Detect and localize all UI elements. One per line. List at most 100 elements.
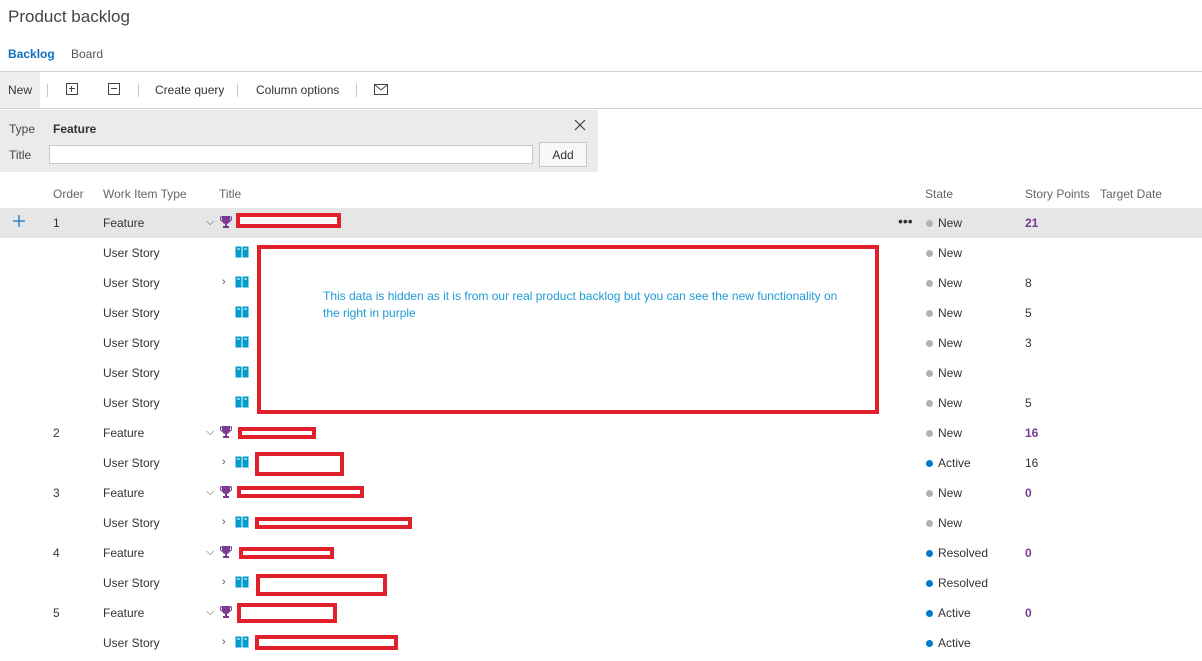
chevron-right-icon[interactable]: ›: [222, 576, 226, 588]
table-row[interactable]: User Story › Active: [0, 628, 1202, 658]
column-header-order[interactable]: Order: [53, 187, 84, 201]
type-value[interactable]: Feature: [53, 122, 96, 136]
work-item-type-cell: Feature: [103, 426, 145, 440]
mail-icon[interactable]: [374, 84, 388, 95]
redacted-title: [256, 574, 387, 596]
create-query-button[interactable]: Create query: [155, 83, 224, 97]
chevron-right-icon[interactable]: ›: [222, 636, 226, 648]
state-cell: New: [938, 306, 963, 320]
story-points-rollup: 0: [1025, 486, 1032, 500]
work-item-type-cell: Feature: [103, 546, 145, 560]
table-row[interactable]: 3 Feature ⌵ New 0: [0, 478, 1202, 508]
redacted-title: [255, 452, 344, 476]
table-row[interactable]: 4 Feature ⌵ Resolved 0: [0, 538, 1202, 568]
redacted-title: [255, 517, 412, 529]
state-cell: New: [938, 426, 963, 440]
redacted-title: [238, 427, 316, 439]
table-row[interactable]: User Story › New: [0, 508, 1202, 538]
work-item-type-cell: Feature: [103, 606, 145, 620]
chevron-down-icon[interactable]: ⌵: [206, 606, 214, 619]
column-header-work-item-type[interactable]: Work Item Type: [103, 187, 187, 201]
book-icon: [235, 456, 249, 468]
state-cell: New: [938, 336, 963, 350]
story-points-cell: 5: [1025, 396, 1032, 410]
table-row[interactable]: 5 Feature ⌵ Active 0: [0, 598, 1202, 628]
table-row[interactable]: 2 Feature ⌵ New 16: [0, 418, 1202, 448]
state-dot: [926, 580, 933, 587]
add-button[interactable]: Add: [539, 142, 587, 167]
state-cell: New: [938, 246, 963, 260]
work-item-type-cell: User Story: [103, 576, 160, 590]
book-icon: [235, 336, 249, 348]
toolbar-divider: [237, 84, 238, 97]
title-label: Title: [9, 148, 32, 162]
pivot-bar: Backlog Board: [0, 46, 1202, 72]
more-actions-icon[interactable]: •••: [898, 213, 913, 229]
expand-all-icon[interactable]: [66, 83, 78, 95]
table-row[interactable]: User Story › Active 16: [0, 448, 1202, 478]
state-cell: Active: [938, 636, 971, 650]
title-input[interactable]: [49, 145, 533, 164]
chevron-down-icon[interactable]: ⌵: [206, 546, 214, 559]
trophy-icon: [220, 606, 232, 618]
work-item-type-cell: User Story: [103, 246, 160, 260]
story-points-rollup: 0: [1025, 606, 1032, 620]
redacted-title: [237, 603, 337, 623]
table-row[interactable]: 1 Feature ⌵ ••• New 21: [0, 208, 1202, 238]
redacted-title: [255, 635, 398, 650]
chevron-down-icon[interactable]: ⌵: [206, 486, 214, 499]
column-header-story-points[interactable]: Story Points: [1025, 187, 1090, 201]
state-dot: [926, 460, 933, 467]
close-icon[interactable]: [572, 117, 588, 133]
book-icon: [235, 396, 249, 408]
state-dot: [926, 400, 933, 407]
state-cell: Active: [938, 606, 971, 620]
order-cell: 5: [53, 606, 60, 620]
work-item-type-cell: User Story: [103, 516, 160, 530]
state-dot: [926, 430, 933, 437]
work-item-type-cell: Feature: [103, 486, 145, 500]
story-points-cell: 16: [1025, 456, 1039, 470]
chevron-down-icon[interactable]: ⌵: [206, 216, 214, 229]
work-item-type-cell: User Story: [103, 456, 160, 470]
work-item-type-cell: User Story: [103, 336, 160, 350]
page-title: Product backlog: [8, 7, 130, 26]
collapse-all-icon[interactable]: [108, 83, 120, 95]
state-cell: New: [938, 516, 963, 530]
order-cell: 3: [53, 486, 60, 500]
column-header-target-date[interactable]: Target Date: [1100, 187, 1162, 201]
state-dot: [926, 250, 933, 257]
chevron-down-icon[interactable]: ⌵: [206, 426, 214, 439]
grid-header: Order Work Item Type Title State Story P…: [0, 184, 1202, 206]
tab-board[interactable]: Board: [71, 47, 103, 61]
chevron-right-icon[interactable]: ›: [222, 456, 226, 468]
work-item-type-cell: Feature: [103, 216, 145, 230]
column-header-title[interactable]: Title: [219, 187, 241, 201]
redaction-note: This data is hidden as it is from our re…: [323, 289, 838, 320]
state-dot: [926, 340, 933, 347]
type-label: Type: [9, 122, 36, 136]
trophy-icon: [220, 426, 232, 438]
state-cell: Active: [938, 456, 971, 470]
column-options-button[interactable]: Column options: [256, 83, 339, 97]
state-cell: New: [938, 396, 963, 410]
work-item-type-cell: User Story: [103, 366, 160, 380]
work-item-type-cell: User Story: [103, 306, 160, 320]
state-dot: [926, 310, 933, 317]
new-button[interactable]: New: [8, 83, 32, 97]
book-icon: [235, 366, 249, 378]
order-cell: 4: [53, 546, 60, 560]
state-cell: New: [938, 486, 963, 500]
chevron-right-icon[interactable]: ›: [222, 276, 226, 288]
tab-backlog[interactable]: Backlog: [8, 47, 55, 61]
table-row[interactable]: User Story › Resolved: [0, 568, 1202, 598]
book-icon: [235, 306, 249, 318]
add-child-icon[interactable]: [12, 214, 26, 228]
book-icon: [235, 576, 249, 588]
state-dot: [926, 550, 933, 557]
chevron-right-icon[interactable]: ›: [222, 516, 226, 528]
toolbar-divider: [356, 84, 357, 97]
redacted-title: [237, 486, 364, 498]
column-header-state[interactable]: State: [925, 187, 953, 201]
story-points-rollup: 21: [1025, 216, 1039, 230]
